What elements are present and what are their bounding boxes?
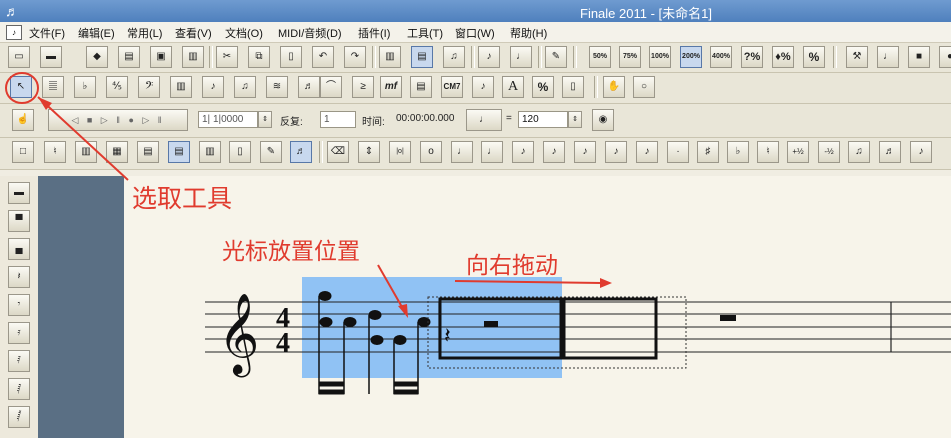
- score-canvas: 𝄞 4 4 𝄽: [5, 72, 951, 395]
- drag-arrowhead: [600, 278, 612, 288]
- select-tool-annotation: 选取工具: [132, 184, 233, 213]
- treble-clef: 𝄞: [218, 292, 259, 377]
- quarter-rest: 𝄽: [444, 324, 451, 349]
- time-signature-bottom: 4: [276, 328, 290, 359]
- whole-rest: [720, 315, 736, 321]
- measure-box-3[interactable]: [562, 297, 658, 360]
- cursor-position-annotation: 光标放置位置: [222, 239, 360, 265]
- select-tool-arrow: [37, 96, 129, 181]
- drag-right-annotation: 向右拖动: [466, 253, 558, 279]
- highlight-circle: [5, 72, 39, 104]
- half-rest: [484, 321, 498, 327]
